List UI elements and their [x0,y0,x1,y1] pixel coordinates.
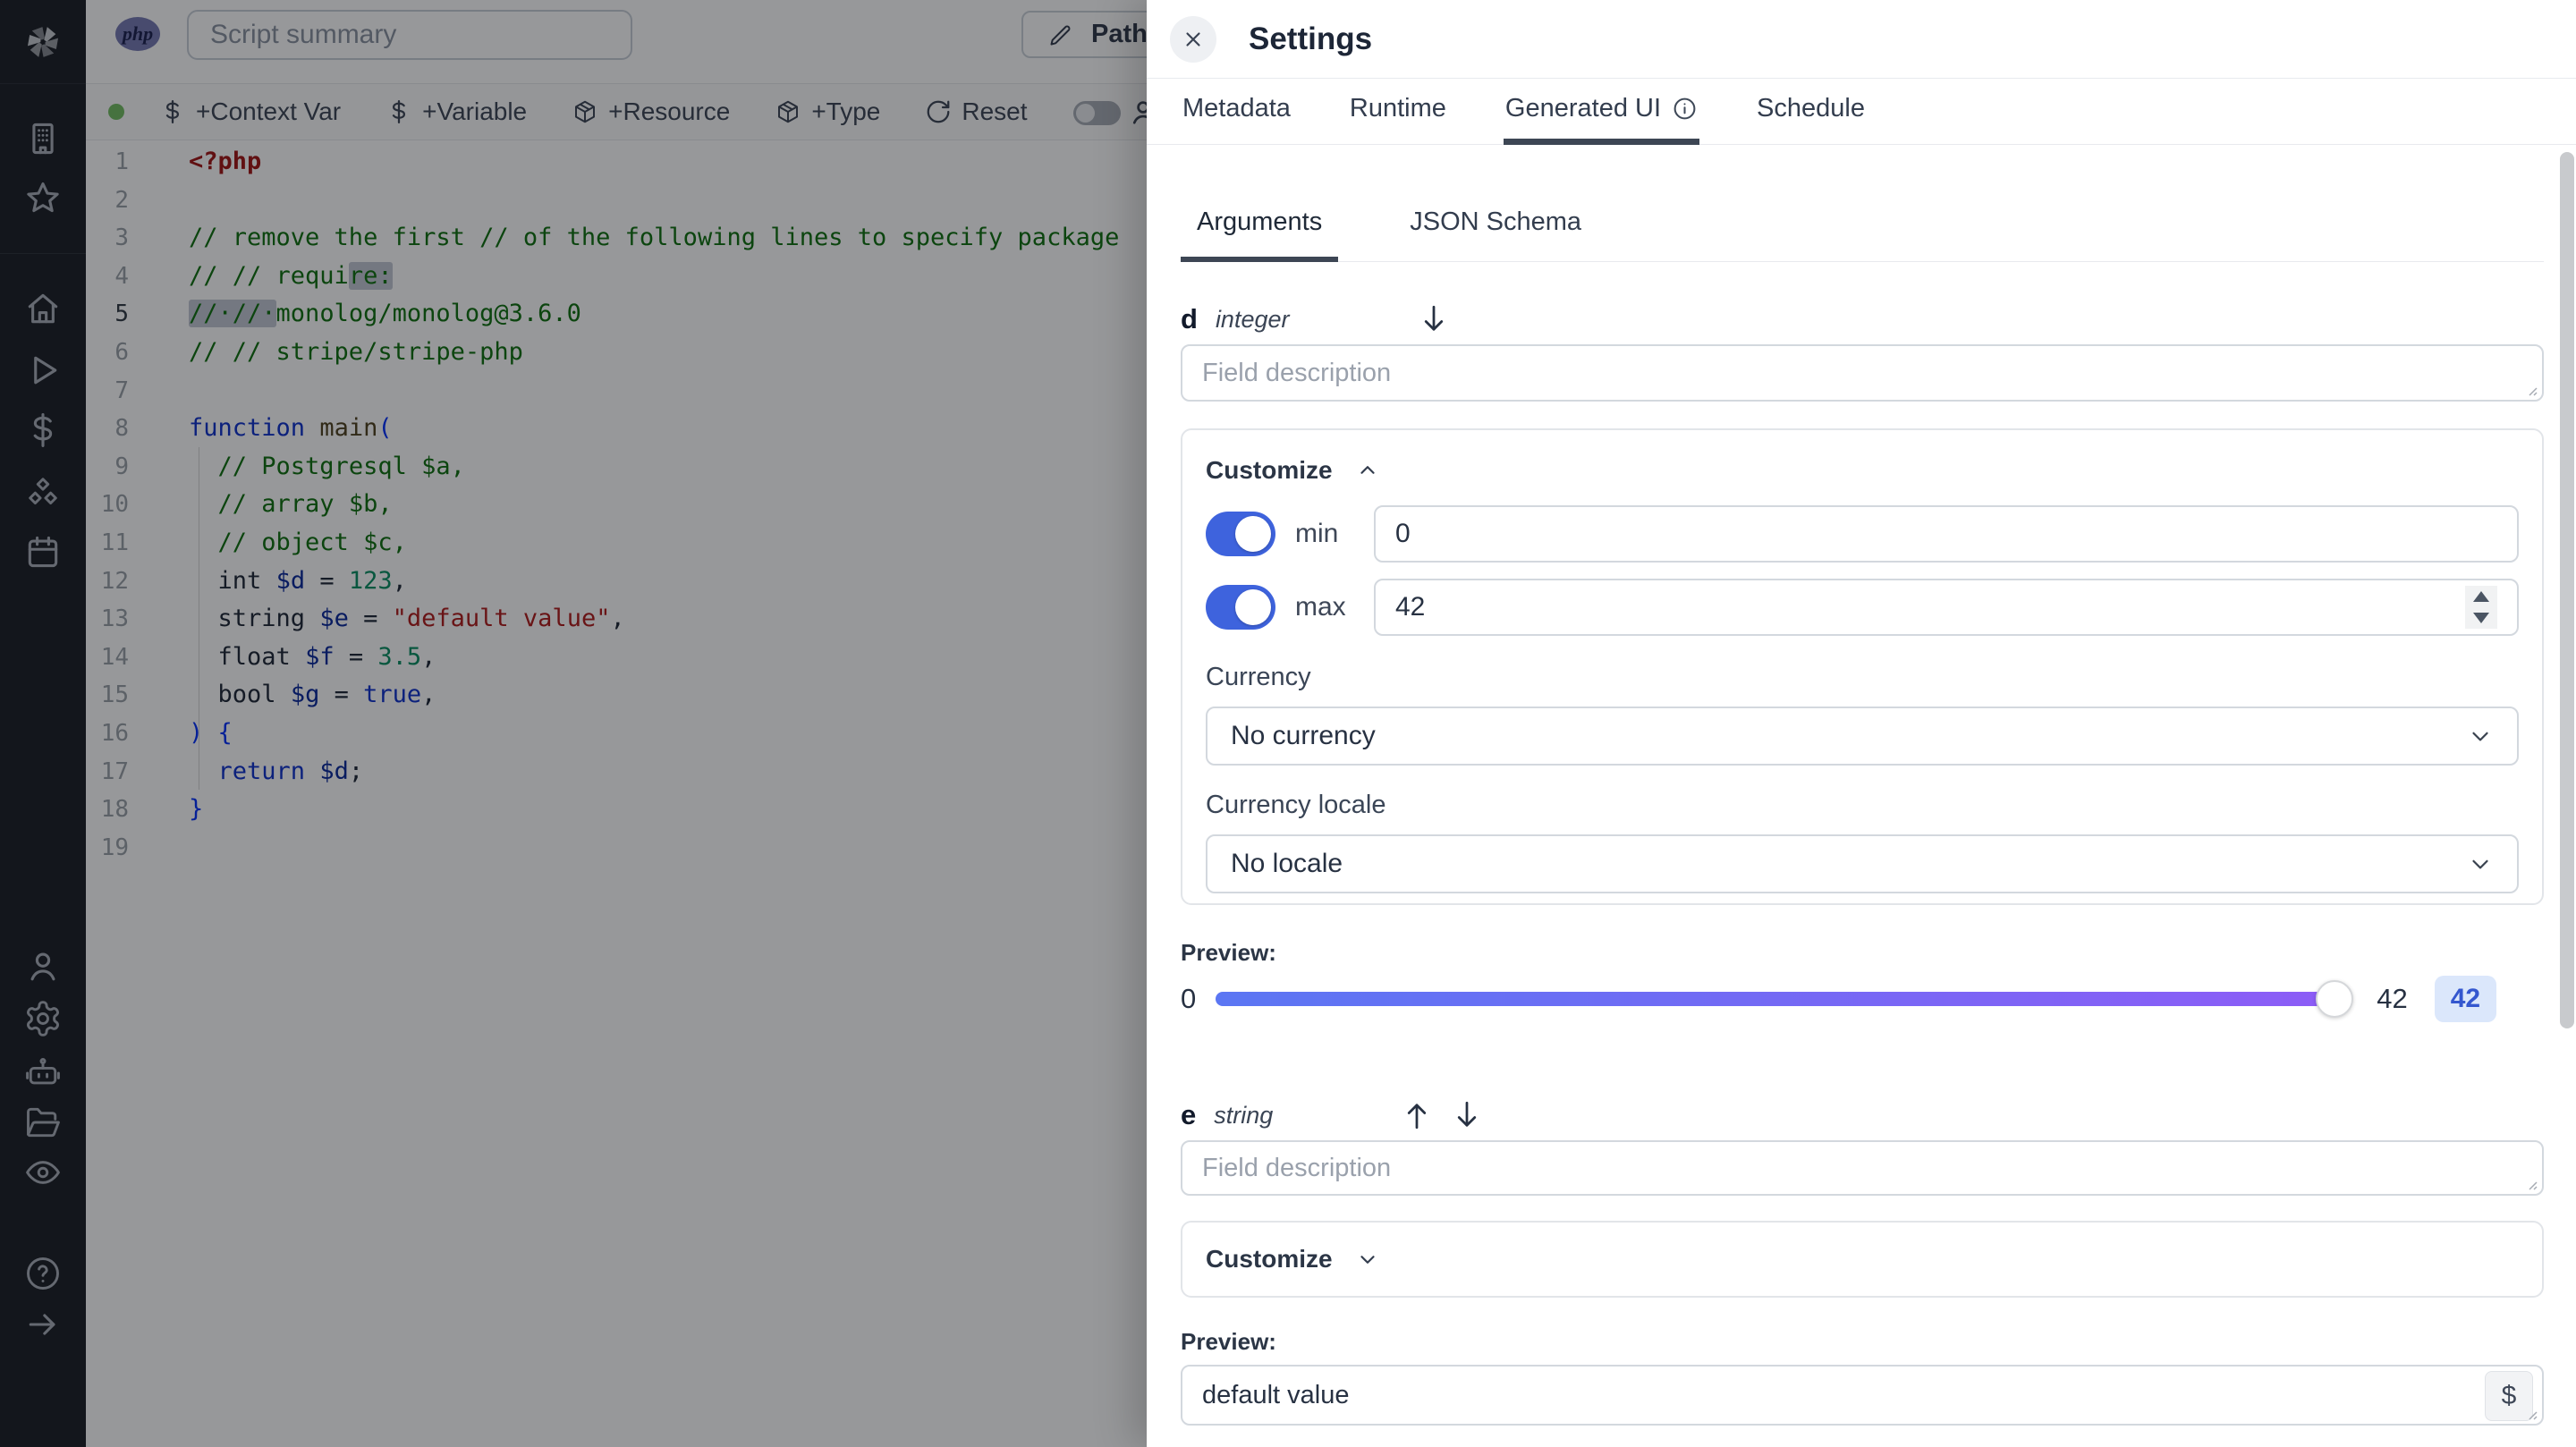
variable-picker-label: $ [2501,1381,2517,1410]
field-e-type: string [1214,1101,1274,1129]
field-e-preview-input[interactable]: default value $ [1181,1365,2544,1426]
field-d-name: d [1181,303,1198,334]
min-label: min [1295,519,1339,548]
field-d-customize-card: Customize min 0 max 42 Currency No curre… [1181,428,2544,905]
slider-preview-row: 0 42 42 [1181,974,2544,1024]
move-down-icon[interactable] [1420,302,1447,336]
panel-scrollbar[interactable] [2560,152,2574,1028]
info-icon [1674,97,1696,120]
slider-track[interactable] [1216,980,2354,1018]
field-d-type: integer [1215,305,1290,333]
slider-min-label: 0 [1181,983,1197,1014]
modal-overlay[interactable] [0,0,1147,1447]
chevron-up-icon [1360,466,1375,474]
chevron-down-icon [2472,732,2488,741]
tab-runtime-label: Runtime [1349,94,1446,123]
currency-select[interactable]: No currency [1206,707,2519,766]
spin-up-icon[interactable] [2473,591,2489,602]
field-d-header: d integer [1181,301,2544,337]
currency-locale-label: Currency locale [1206,791,1386,819]
max-label: max [1295,592,1346,622]
currency-label: Currency [1206,663,1311,691]
currency-locale-value: No locale [1231,849,1343,878]
move-up-icon[interactable] [1403,1098,1430,1132]
chevron-down-icon [1360,1256,1375,1264]
settings-header: Settings [1147,0,2576,79]
field-e-preview-value: default value [1202,1380,1350,1409]
field-e-header: e string [1181,1097,2544,1133]
resize-handle-icon[interactable] [2524,1177,2538,1191]
resize-handle-icon[interactable] [2524,383,2538,397]
max-toggle[interactable] [1206,585,1275,630]
field-e-description-input[interactable]: Field description [1181,1140,2544,1196]
move-down-icon[interactable] [1453,1098,1480,1132]
slider-max-label: 42 [2377,983,2408,1014]
max-input[interactable]: 42 [1374,579,2519,636]
tab-schedule-label: Schedule [1757,94,1865,123]
settings-title: Settings [1249,21,1373,56]
preview-label-e: Preview: [1181,1328,1276,1355]
field-d-description-placeholder: Field description [1202,358,1392,387]
tab-runtime[interactable]: Runtime [1348,79,1448,145]
customize-toggle-row[interactable]: Customize [1206,1244,1379,1274]
min-input[interactable]: 0 [1374,505,2519,563]
min-row: min 0 [1206,505,2519,563]
customize-toggle-row[interactable]: Customize [1206,455,2519,486]
max-row: max 42 [1206,579,2519,636]
customize-label: Customize [1206,1245,1333,1273]
tab-metadata-label: Metadata [1182,94,1291,123]
field-e-description-placeholder: Field description [1202,1153,1392,1182]
slider-value-badge: 42 [2434,976,2497,1022]
resize-handle-icon[interactable] [2524,1407,2538,1421]
arguments-tab-bar: Arguments JSON Schema [1181,207,2544,262]
close-icon [1186,31,1200,47]
preview-label-d: Preview: [1181,939,1276,966]
tab-generated-ui-label: Generated UI [1504,94,1662,123]
currency-value: No currency [1231,721,1376,750]
min-toggle[interactable] [1206,512,1275,556]
customize-label: Customize [1206,456,1333,484]
currency-locale-select[interactable]: No locale [1206,834,2519,893]
field-d-description-input[interactable]: Field description [1181,344,2544,402]
chevron-down-icon [2472,859,2488,869]
tab-schedule[interactable]: Schedule [1755,79,1867,145]
generated-ui-content: Arguments JSON Schema d integer Field de… [1147,207,2576,1426]
slider-thumb[interactable] [2316,980,2354,1018]
settings-tab-bar: Metadata Runtime Generated UI Schedule [1147,79,2576,145]
max-value: 42 [1395,592,1426,622]
tab-generated-ui[interactable]: Generated UI [1503,79,1700,145]
field-e-name: e [1181,1099,1197,1130]
number-spinner[interactable] [2465,586,2497,629]
field-e-customize-card: Customize [1181,1221,2544,1298]
subtab-json-schema[interactable]: JSON Schema [1394,207,1597,262]
settings-drawer: Settings Metadata Runtime Generated UI S… [1147,0,2576,1447]
subtab-arguments[interactable]: Arguments [1181,207,1339,262]
min-value: 0 [1395,519,1411,548]
spin-down-icon[interactable] [2473,613,2489,623]
tab-metadata[interactable]: Metadata [1181,79,1292,145]
close-button[interactable] [1170,15,1216,63]
